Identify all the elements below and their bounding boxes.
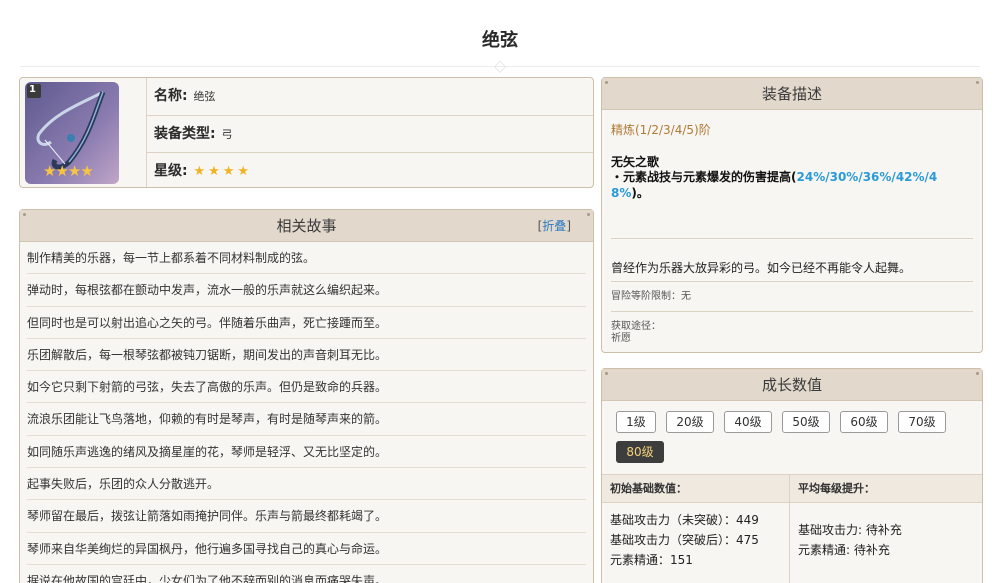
- corner-dot: [605, 81, 608, 84]
- story-title: 相关故事: [276, 217, 337, 235]
- type-row: 装备类型: 弓: [146, 115, 593, 152]
- refine-label: 精炼(1/2/3/4/5)阶: [611, 123, 711, 137]
- fold-link-text[interactable]: 折叠: [542, 219, 566, 233]
- refinement-badge: 1: [29, 84, 36, 95]
- passive-values: 24%/30%/36%/42%/4: [796, 170, 938, 184]
- level-limit: 冒险等阶限制：无: [611, 291, 691, 302]
- type-label: 装备类型:: [154, 126, 216, 142]
- description-panel: 装备描述 精炼(1/2/3/4/5)阶 无矢之歌 ・元素战技与元素爆发的伤害提高…: [601, 77, 983, 353]
- rarity-stars: ★★★★: [193, 164, 253, 179]
- fold-bracket-close: ]: [566, 219, 571, 233]
- flavor-text: 曾经作为乐器大放异彩的弓。如今已经不再能令人起舞。: [611, 261, 912, 275]
- divider: [611, 238, 973, 239]
- name-value: 绝弦: [193, 90, 216, 103]
- story-line: 琴师来自华美绚烂的异国枫丹，他行遍多国寻找自己的真心与命运。: [27, 533, 586, 565]
- level-tab-40[interactable]: 40级: [724, 411, 772, 433]
- name-label: 名称:: [154, 88, 188, 104]
- passive-prefix: ・元素战技与元素爆发的伤害提高(: [611, 170, 797, 184]
- base-atk-after: 基础攻击力（突破后）：475: [610, 533, 759, 547]
- description-title: 装备描述: [761, 85, 822, 103]
- fold-toggle[interactable]: [折叠]: [538, 210, 571, 242]
- corner-dot: [976, 372, 979, 375]
- divider: [611, 281, 973, 282]
- icon-rarity-stars: ★★★★: [43, 162, 94, 180]
- story-line: 弹动时，每根弦都在颤动中发声，流水一般的乐声就这么编织起来。: [27, 274, 586, 307]
- passive-name: 无矢之歌: [611, 155, 660, 169]
- growth-panel: 成长数值 1级 20级 40级 50级 60级 70级 80级 初始基础数值： …: [601, 368, 983, 583]
- story-line: 制作精美的乐器，每一节上都系着不同材料制成的弦。: [27, 242, 586, 275]
- column-divider: [789, 474, 790, 583]
- level-tab-80[interactable]: 80级: [616, 441, 664, 463]
- avg-growth-heading: 平均每级提升：: [798, 482, 875, 495]
- story-header: 相关故事 [折叠]: [20, 210, 593, 242]
- corner-dot: [587, 213, 590, 216]
- story-line: 如同随乐声逃逸的绪风及摘星崖的花，琴师是轻浮、又无比坚定的。: [27, 436, 586, 469]
- rarity-row: 星级: ★★★★: [146, 152, 593, 189]
- source-label: 获取途径：: [611, 321, 661, 332]
- story-lines: 制作精美的乐器，每一节上都系着不同材料制成的弦。 弹动时，每根弦都在颤动中发声，…: [20, 242, 593, 583]
- passive-suffix: )。: [631, 186, 649, 200]
- story-line: 起事失败后，乐团的众人分散逃开。: [27, 468, 586, 501]
- type-value: 弓: [221, 128, 233, 141]
- story-line: 流浪乐团能让飞鸟落地，仰赖的有时是琴声，有时是随琴声来的箭。: [27, 403, 586, 436]
- corner-dot: [605, 372, 608, 375]
- weapon-info-card: 1 ★★★★ 名称: 绝弦 装备类型: 弓 星级: ★★★★: [19, 77, 594, 188]
- story-line: 如今它只剩下射箭的弓弦，失去了高傲的乐声。但仍是致命的兵器。: [27, 371, 586, 404]
- base-stats-heading: 初始基础数值：: [610, 482, 687, 495]
- source-value: 祈愿: [611, 333, 631, 344]
- corner-dot: [23, 213, 26, 216]
- level-tab-50[interactable]: 50级: [782, 411, 830, 433]
- story-line: 据说在他故国的宫廷中，少女们为了他不辞而别的消息而痛哭失声。: [27, 565, 586, 583]
- level-tab-70[interactable]: 70级: [898, 411, 946, 433]
- passive-values-cont: 8%: [611, 186, 632, 200]
- avg-atk: 基础攻击力: 待补充: [798, 523, 902, 537]
- corner-dot: [976, 81, 979, 84]
- level-tab-1[interactable]: 1级: [616, 411, 656, 433]
- avg-em: 元素精通: 待补充: [798, 543, 890, 557]
- level-tab-20[interactable]: 20级: [666, 411, 714, 433]
- ornament-icon: ◇: [493, 56, 507, 75]
- story-line: 乐团解散后，每一根琴弦都被钝刀锯断，期间发出的声音刺耳无比。: [27, 339, 586, 372]
- story-panel: 相关故事 [折叠] 制作精美的乐器，每一节上都系着不同材料制成的弦。 弹动时，每…: [19, 209, 594, 583]
- growth-header: 成长数值: [602, 369, 982, 401]
- name-row: 名称: 绝弦: [146, 78, 593, 115]
- stats-header: 初始基础数值： 平均每级提升：: [602, 474, 982, 503]
- story-line: 但同时也是可以射出追心之矢的弓。伴随着乐曲声，死亡接踵而至。: [27, 307, 586, 339]
- growth-title: 成长数值: [761, 376, 822, 394]
- level-tab-60[interactable]: 60级: [840, 411, 888, 433]
- passive-effect: ・元素战技与元素爆发的伤害提高(24%/30%/36%/42%/4 8%)。: [611, 169, 971, 201]
- description-header: 装备描述: [602, 78, 982, 110]
- base-atk-before: 基础攻击力（未突破）：449: [610, 513, 759, 527]
- weapon-image: 1 ★★★★: [25, 82, 119, 184]
- page-title: 绝弦: [482, 30, 518, 51]
- elemental-mastery: 元素精通：151: [610, 553, 693, 567]
- divider: [611, 311, 973, 312]
- rarity-label: 星级:: [154, 163, 188, 179]
- story-line: 琴师留在最后，拨弦让箭落如雨掩护同伴。乐声与箭最终都耗竭了。: [27, 500, 586, 533]
